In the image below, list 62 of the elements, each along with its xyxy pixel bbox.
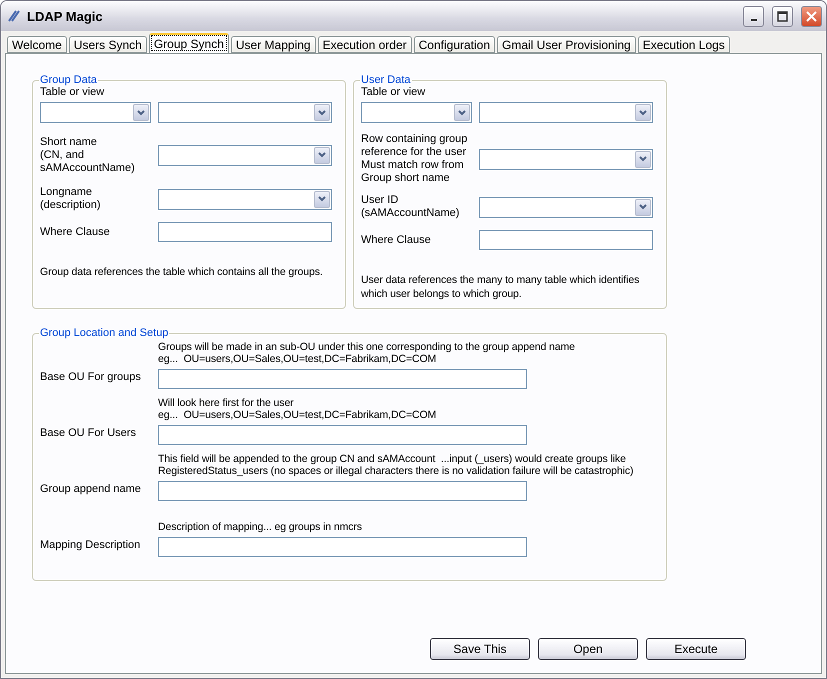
tab[interactable]: User Mapping	[230, 36, 316, 53]
action-button[interactable]: Open	[538, 638, 638, 660]
dropdown[interactable]	[361, 102, 472, 123]
tab[interactable]: Users Synch	[68, 36, 147, 53]
hint-text: Will look here first for the user eg... OU=users,OU=Sales,OU=test,DC=Fabrikam,DC=COM	[158, 397, 438, 421]
group-title: Group Data	[39, 74, 98, 86]
field-label: Where Clause	[40, 226, 110, 238]
minimize-icon	[750, 19, 756, 21]
description-text: Group data references the table which contains all the groups.	[40, 265, 324, 279]
input-field[interactable]	[479, 230, 653, 250]
close-icon	[806, 10, 817, 22]
dropdown[interactable]	[158, 144, 332, 166]
field-label: Where Clause	[361, 234, 431, 246]
description-text: User data references the many to many table which identifies which user belongs to which group.	[361, 273, 640, 301]
field-label: Base OU For Users	[40, 426, 137, 440]
tab[interactable]: Execution order	[318, 36, 412, 53]
input-field[interactable]	[158, 537, 527, 557]
input-field[interactable]	[158, 425, 527, 445]
field-label: User ID (sAMAccountName)	[361, 194, 460, 220]
chevron-down-icon	[639, 110, 647, 116]
dropdown[interactable]	[158, 188, 332, 210]
field-label: Base OU For groups	[40, 370, 142, 384]
group-title: Group Location and Setup	[39, 327, 170, 339]
tab[interactable]: Configuration	[414, 36, 496, 53]
chevron-down-icon	[318, 196, 326, 202]
field-label: Group append name	[40, 482, 142, 496]
group-title: User Data	[360, 74, 412, 86]
dropdown[interactable]	[40, 102, 151, 123]
close-button[interactable]	[801, 6, 822, 26]
input-field[interactable]	[158, 481, 527, 501]
hint-text: Description of mapping... eg groups in nmcrs	[158, 521, 363, 533]
input-field[interactable]	[158, 222, 332, 242]
minimize-button[interactable]	[743, 6, 764, 26]
chevron-down-icon	[318, 152, 326, 158]
hint-text: Groups will be made in an sub-OU under this one corresponding to the group append name eg... OU=users,OU=Sales,OU=test,DC=Fabrikam,DC=COM	[158, 341, 576, 365]
field-label: Longname (description)	[40, 186, 101, 212]
chevron-down-icon	[458, 110, 466, 116]
input-field[interactable]	[158, 369, 527, 389]
dropdown[interactable]	[479, 148, 653, 170]
field-label: Row containing group reference for the user Must match row from Group short name	[361, 133, 468, 185]
tab[interactable]: Welcome	[7, 36, 67, 53]
maximize-button[interactable]	[772, 6, 793, 26]
dropdown[interactable]	[479, 102, 653, 123]
dropdown[interactable]	[479, 196, 653, 218]
chevron-down-icon	[639, 204, 647, 210]
tab[interactable]: Gmail User Provisioning	[497, 36, 636, 53]
dropdown[interactable]	[158, 102, 332, 123]
tab[interactable]: Execution Logs	[638, 36, 730, 53]
chevron-down-icon	[137, 110, 145, 116]
chevron-down-icon	[318, 110, 326, 116]
field-label: Table or view	[40, 86, 106, 98]
field-label: Short name (CN, and sAMAccountName)	[40, 136, 135, 174]
maximize-icon	[777, 10, 788, 22]
action-button[interactable]: Execute	[646, 638, 746, 660]
hint-text: This field will be appended to the group CN and sAMAccount ...input (_users) would create groups like RegisteredStatus_users (no spaces or illegal characters there is no validation failure will be catastrophic)	[158, 453, 634, 477]
action-button[interactable]: Save This	[430, 638, 530, 660]
chevron-down-icon	[639, 156, 647, 162]
app-icon	[7, 9, 21, 23]
field-label: Mapping Description	[40, 538, 142, 552]
tab[interactable]: Group Synch	[148, 33, 229, 53]
field-label: Table or view	[361, 86, 426, 98]
window-title: LDAP Magic	[27, 8, 104, 24]
